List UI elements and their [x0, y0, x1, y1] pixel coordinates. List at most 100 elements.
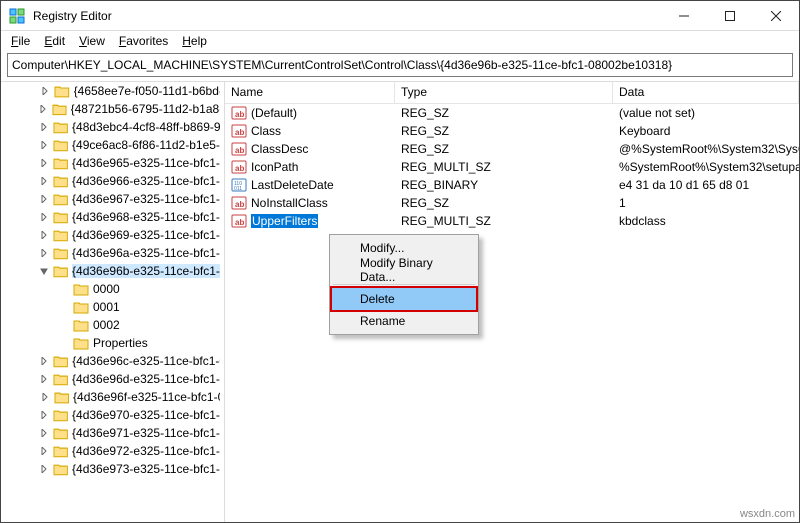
- tree-item[interactable]: 0001: [1, 298, 224, 316]
- value-data: (value not set): [613, 106, 799, 120]
- list-row[interactable]: abClassREG_SZKeyboard: [225, 122, 799, 140]
- tree-item[interactable]: {4d36e965-e325-11ce-bfc1-0: [1, 154, 224, 172]
- list-view[interactable]: Name Type Data ab(Default)REG_SZ(value n…: [225, 82, 799, 522]
- folder-icon: [53, 246, 68, 260]
- value-type: REG_SZ: [395, 142, 613, 156]
- address-bar[interactable]: Computer\HKEY_LOCAL_MACHINE\SYSTEM\Curre…: [7, 53, 793, 77]
- list-row[interactable]: abIconPathREG_MULTI_SZ%SystemRoot%\Syste…: [225, 158, 799, 176]
- menu-edit[interactable]: Edit: [38, 32, 71, 50]
- list-row[interactable]: abNoInstallClassREG_SZ1: [225, 194, 799, 212]
- folder-icon: [54, 390, 70, 404]
- tree-expander-icon[interactable]: [40, 357, 48, 365]
- tree-expander-icon[interactable]: [40, 123, 48, 131]
- minimize-button[interactable]: [661, 1, 707, 30]
- svg-text:ab: ab: [235, 200, 244, 209]
- tree-item-label: {48d3ebc4-4cf8-48ff-b869-9c: [72, 120, 220, 134]
- tree-expander-icon[interactable]: [40, 465, 48, 473]
- tree-item[interactable]: {49ce6ac8-6f86-11d2-b1e5-0: [1, 136, 224, 154]
- tree-item-label: {4d36e96b-e325-11ce-bfc1-0: [72, 264, 220, 278]
- value-name: LastDeleteDate: [251, 178, 334, 192]
- tree-item[interactable]: {4d36e96d-e325-11ce-bfc1-0: [1, 370, 224, 388]
- tree-item[interactable]: 0000: [1, 280, 224, 298]
- column-header-type[interactable]: Type: [395, 82, 613, 103]
- string-value-icon: ab: [231, 123, 247, 139]
- folder-icon: [53, 138, 68, 152]
- folder-icon: [53, 444, 68, 458]
- tree-expander-icon[interactable]: [40, 231, 48, 239]
- list-row[interactable]: abUpperFiltersREG_MULTI_SZkbdclass: [225, 212, 799, 230]
- value-name: NoInstallClass: [251, 196, 328, 210]
- tree-item[interactable]: Properties: [1, 334, 224, 352]
- folder-icon: [53, 372, 68, 386]
- tree-expander-icon[interactable]: [40, 411, 48, 419]
- tree-item[interactable]: {4d36e969-e325-11ce-bfc1-0: [1, 226, 224, 244]
- tree-expander-icon[interactable]: [40, 267, 48, 275]
- list-body: ab(Default)REG_SZ(value not set)abClassR…: [225, 104, 799, 522]
- tree-item[interactable]: {48721b56-6795-11d2-b1a8-0: [1, 100, 224, 118]
- tree-item[interactable]: {4d36e96f-e325-11ce-bfc1-0: [1, 388, 224, 406]
- tree-expander-icon[interactable]: [40, 249, 48, 257]
- menubar: File Edit View Favorites Help: [1, 31, 799, 51]
- value-data: 1: [613, 196, 799, 210]
- tree-item-label: {4d36e96a-e325-11ce-bfc1-0: [72, 246, 220, 260]
- folder-icon: [53, 174, 68, 188]
- tree-expander-icon[interactable]: [40, 429, 48, 437]
- tree-item[interactable]: {4d36e971-e325-11ce-bfc1-0: [1, 424, 224, 442]
- tree-expander-icon[interactable]: [40, 177, 48, 185]
- context-separator: [333, 284, 475, 285]
- list-row[interactable]: 110011LastDeleteDateREG_BINARYe4 31 da 1…: [225, 176, 799, 194]
- menu-file[interactable]: File: [5, 32, 36, 50]
- menu-help[interactable]: Help: [176, 32, 213, 50]
- tree-item[interactable]: 0002: [1, 316, 224, 334]
- folder-icon: [73, 282, 89, 296]
- tree-expander-icon[interactable]: [40, 159, 48, 167]
- column-header-name[interactable]: Name: [225, 82, 395, 103]
- context-delete[interactable]: Delete: [332, 288, 476, 310]
- close-button[interactable]: [753, 1, 799, 30]
- tree-expander-icon[interactable]: [39, 105, 47, 113]
- tree-item[interactable]: {4d36e973-e325-11ce-bfc1-0: [1, 460, 224, 478]
- maximize-button[interactable]: [707, 1, 753, 30]
- tree-item[interactable]: {4d36e967-e325-11ce-bfc1-0: [1, 190, 224, 208]
- tree-expander-icon[interactable]: [40, 213, 48, 221]
- value-name: ClassDesc: [251, 142, 308, 156]
- tree-item[interactable]: {4d36e972-e325-11ce-bfc1-0: [1, 442, 224, 460]
- tree-item-label: {4d36e965-e325-11ce-bfc1-0: [72, 156, 220, 170]
- menu-view[interactable]: View: [73, 32, 111, 50]
- window-title: Registry Editor: [33, 9, 661, 23]
- value-type: REG_BINARY: [395, 178, 613, 192]
- tree-item[interactable]: {4d36e968-e325-11ce-bfc1-0: [1, 208, 224, 226]
- svg-text:ab: ab: [235, 110, 244, 119]
- tree-item-label: 0002: [93, 318, 120, 332]
- tree-item[interactable]: {4d36e96c-e325-11ce-bfc1-0: [1, 352, 224, 370]
- list-row[interactable]: ab(Default)REG_SZ(value not set): [225, 104, 799, 122]
- list-row[interactable]: abClassDescREG_SZ@%SystemRoot%\System32\…: [225, 140, 799, 158]
- watermark: wsxdn.com: [740, 508, 795, 520]
- folder-icon: [73, 318, 89, 332]
- tree-item[interactable]: {48d3ebc4-4cf8-48ff-b869-9c: [1, 118, 224, 136]
- tree-item[interactable]: {4d36e96b-e325-11ce-bfc1-0: [1, 262, 224, 280]
- context-rename[interactable]: Rename: [332, 310, 476, 332]
- tree-expander-icon[interactable]: [41, 393, 49, 401]
- value-name: Class: [251, 124, 281, 138]
- folder-icon: [73, 336, 89, 350]
- context-modify-binary[interactable]: Modify Binary Data...: [332, 259, 476, 281]
- tree-item-label: {4d36e973-e325-11ce-bfc1-0: [72, 462, 220, 476]
- tree-expander-icon[interactable]: [40, 447, 48, 455]
- folder-icon: [53, 192, 68, 206]
- value-name: UpperFilters: [251, 214, 318, 228]
- folder-icon: [53, 156, 68, 170]
- column-header-data[interactable]: Data: [613, 82, 799, 103]
- tree-item[interactable]: {4d36e970-e325-11ce-bfc1-0: [1, 406, 224, 424]
- tree-expander-icon[interactable]: [40, 141, 48, 149]
- folder-icon: [53, 354, 68, 368]
- tree-expander-icon[interactable]: [40, 375, 48, 383]
- tree-view[interactable]: {4658ee7e-f050-11d1-b6bd- {48721b56-6795-…: [1, 82, 225, 522]
- tree-item[interactable]: {4d36e966-e325-11ce-bfc1-0: [1, 172, 224, 190]
- tree-expander-icon[interactable]: [40, 195, 48, 203]
- tree-item[interactable]: {4d36e96a-e325-11ce-bfc1-0: [1, 244, 224, 262]
- menu-favorites[interactable]: Favorites: [113, 32, 174, 50]
- tree-item-label: {48721b56-6795-11d2-b1a8-0: [71, 102, 220, 116]
- tree-expander-icon[interactable]: [41, 87, 49, 95]
- tree-item[interactable]: {4658ee7e-f050-11d1-b6bd-: [1, 82, 224, 100]
